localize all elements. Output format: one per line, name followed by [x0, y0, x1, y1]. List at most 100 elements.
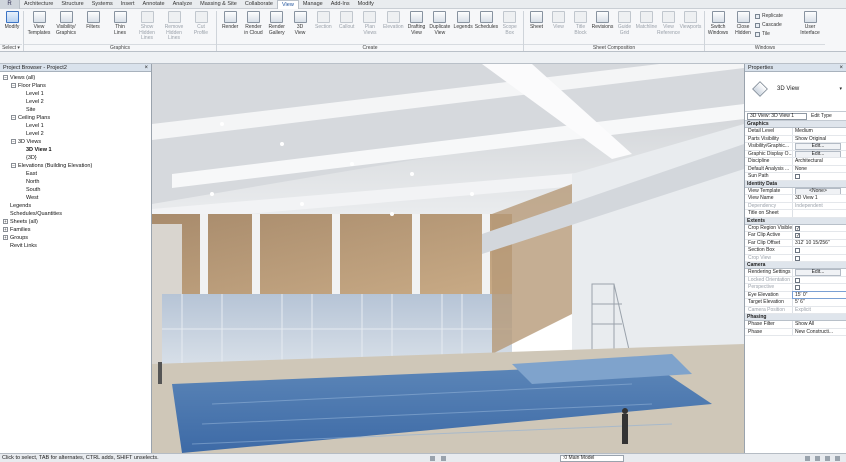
expand-icon[interactable]: + [3, 235, 8, 241]
property-value[interactable]: 3D View 1 [793, 195, 846, 202]
expand-icon[interactable]: + [3, 227, 8, 233]
tree-item[interactable]: West [0, 194, 151, 202]
property-value[interactable]: Show Original [793, 136, 846, 143]
checkbox[interactable] [795, 277, 800, 283]
sheet-button[interactable]: Sheet [526, 11, 547, 45]
tab-view[interactable]: View [276, 0, 299, 9]
scope-box-button[interactable]: Scope Box [499, 11, 521, 45]
property-value[interactable] [793, 284, 846, 291]
property-value[interactable]: Medium [793, 128, 846, 135]
property-value[interactable]: 15' 0" [792, 290, 846, 299]
tree-item[interactable]: Schedules/Quantities [0, 210, 151, 218]
checkbox[interactable]: ✓ [795, 225, 800, 231]
property-group-header[interactable]: Camera [745, 262, 846, 269]
property-value[interactable]: Edit... [793, 150, 846, 157]
close-hidden-button[interactable]: Close Hidden [731, 11, 755, 45]
tree-item[interactable]: Level 1 [0, 90, 151, 98]
user-interface-button[interactable]: User Interface [793, 11, 827, 45]
property-value-text[interactable]: New Constructi... [795, 329, 833, 335]
checkbox[interactable] [795, 255, 800, 261]
tree-item[interactable]: South [0, 186, 151, 194]
property-group-header[interactable]: Extents [745, 217, 846, 225]
tab-analyze[interactable]: Analyze [169, 0, 197, 9]
tree-item[interactable]: Level 2 [0, 98, 151, 106]
application-menu-button[interactable]: R [0, 0, 20, 9]
design-options-icon[interactable] [441, 456, 446, 461]
property-value[interactable]: None [793, 166, 846, 173]
tree-item[interactable]: 3D View 1 [0, 146, 151, 154]
property-value[interactable] [793, 255, 846, 262]
property-value[interactable] [793, 247, 846, 254]
property-value[interactable] [793, 277, 846, 284]
property-value[interactable]: Architectural [793, 158, 846, 165]
property-value-text[interactable]: Medium [795, 128, 813, 134]
render-button[interactable]: Render [219, 11, 241, 45]
elevation-button[interactable]: Elevation [382, 11, 404, 45]
edit-type-button[interactable]: Edit Type [811, 113, 832, 120]
show-hidden-lines-button[interactable]: Show Hidden Lines [134, 11, 160, 45]
switch-windows-button[interactable]: Switch Windows [706, 11, 730, 45]
3d-view-canvas[interactable] [152, 64, 744, 453]
tree-item[interactable]: + Sheets (all) [0, 218, 151, 226]
property-group-header[interactable]: Phasing [745, 314, 846, 321]
cascade-button[interactable]: Cascade [755, 22, 782, 28]
checkbox[interactable] [795, 174, 800, 179]
viewports-button[interactable]: Viewports [680, 11, 701, 45]
worksharing-icon[interactable] [430, 456, 435, 461]
filters-button[interactable]: Filters [80, 11, 106, 45]
schedules-button[interactable]: Schedules [475, 11, 498, 45]
tree-item[interactable]: + Families [0, 226, 151, 234]
tree-item[interactable]: − Floor Plans [0, 82, 151, 90]
property-value-text[interactable]: 5' 6" [795, 299, 805, 305]
tab-annotate[interactable]: Annotate [139, 0, 169, 9]
legends-button[interactable]: Legends [452, 11, 474, 45]
edit-button[interactable]: Edit... [795, 150, 841, 157]
select-underlay-icon[interactable] [815, 456, 820, 461]
property-group-header[interactable]: Graphics [745, 121, 846, 128]
tree-item[interactable]: − Ceiling Plans [0, 114, 151, 122]
cut-profile-button[interactable]: Cut Profile [188, 11, 214, 45]
property-value-text[interactable]: None [795, 166, 807, 172]
tree-item[interactable]: Level 1 [0, 122, 151, 130]
property-value[interactable]: Edit... [793, 143, 846, 150]
property-value-text[interactable]: Independent [795, 203, 823, 209]
plan-views-button[interactable]: Plan Views [359, 11, 381, 45]
instance-filter-dropdown[interactable]: 3D View: 3D View 1 [747, 113, 807, 120]
tree-item[interactable]: Revit Links [0, 242, 151, 250]
collapse-icon[interactable]: − [11, 163, 16, 169]
collapse-icon[interactable]: − [11, 139, 16, 145]
property-value[interactable]: ✓ [793, 225, 846, 231]
checkbox[interactable] [795, 248, 800, 253]
duplicate-view-button[interactable]: Duplicate View [429, 11, 451, 45]
tree-item[interactable]: Level 2 [0, 130, 151, 138]
edit-button[interactable]: Edit... [795, 269, 841, 276]
select-links-icon[interactable] [805, 456, 810, 461]
edit-button[interactable]: <None> [795, 187, 841, 194]
revisions-button[interactable]: Revisions [592, 11, 613, 45]
tree-item[interactable]: Site [0, 106, 151, 114]
property-value[interactable] [793, 210, 846, 217]
active-model-field[interactable]: :0 Main Model [560, 455, 624, 462]
title-block-button[interactable]: Title Block [570, 11, 591, 45]
remove-hidden-lines-button[interactable]: Remove Hidden Lines [161, 11, 187, 45]
property-value[interactable]: <None> [793, 187, 846, 194]
collapse-icon[interactable]: − [3, 75, 8, 81]
property-value[interactable]: New Constructi... [793, 329, 846, 336]
tab-add-ins[interactable]: Add-Ins [327, 0, 354, 9]
tab-architecture[interactable]: Architecture [20, 0, 57, 9]
tab-massing-site[interactable]: Massing & Site [196, 0, 241, 9]
matchline-button[interactable]: Matchline [636, 11, 657, 45]
property-group-header[interactable]: Identity Data [745, 180, 846, 188]
render-gallery-button[interactable]: Render Gallery [266, 11, 288, 45]
tree-item[interactable]: − Views (all) [0, 74, 151, 82]
select-panel-label[interactable]: Select ▾ [0, 44, 22, 51]
render-in-cloud-button[interactable]: Render in Cloud [242, 11, 264, 45]
property-value-text[interactable]: 15' 0" [795, 292, 807, 298]
tab-collaborate[interactable]: Collaborate [241, 0, 277, 9]
view-reference-button[interactable]: View Reference [657, 11, 680, 45]
expand-icon[interactable]: + [3, 219, 8, 225]
property-value-text[interactable]: Architectural [795, 158, 823, 164]
tree-item[interactable]: Legends [0, 202, 151, 210]
tab-systems[interactable]: Systems [88, 0, 117, 9]
edit-button[interactable]: Edit... [795, 143, 841, 150]
